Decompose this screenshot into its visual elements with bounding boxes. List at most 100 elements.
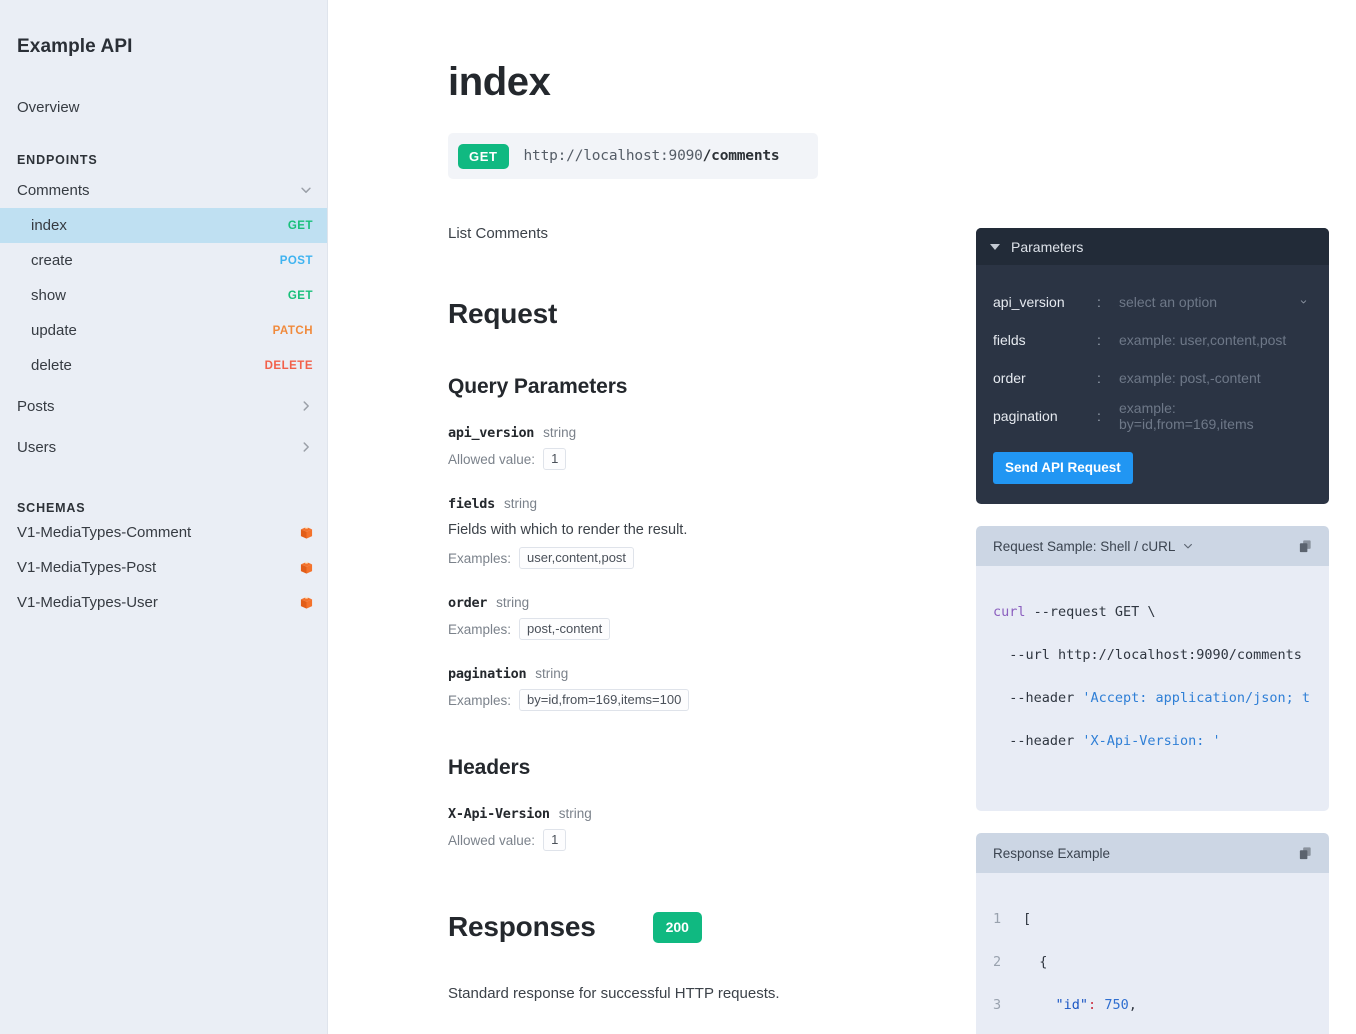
request-sample-code: curl --request GET \ --url http://localh… bbox=[976, 566, 1329, 811]
sidebar-group-label: Posts bbox=[17, 397, 55, 415]
sidebar-item-schema-user[interactable]: V1-MediaTypes-User bbox=[0, 585, 327, 620]
brand-title: Example API bbox=[17, 36, 133, 57]
param-chip-label: Allowed value: bbox=[448, 451, 536, 467]
sidebar-group-label: Users bbox=[17, 438, 57, 456]
package-box-icon bbox=[300, 561, 313, 574]
endpoint-method: GET bbox=[287, 219, 313, 232]
sidebar-item-label: Overview bbox=[17, 99, 80, 116]
endpoint-name: show bbox=[31, 287, 67, 304]
order-input[interactable]: example: post,-content bbox=[1119, 370, 1313, 386]
param-name: X-Api-Version bbox=[448, 806, 550, 822]
parameters-panel-body: api_version : select an option fields : … bbox=[976, 265, 1329, 504]
param-name: api_version bbox=[448, 425, 535, 441]
sidebar-group-posts[interactable]: Posts bbox=[0, 388, 327, 424]
fields-input[interactable]: example: user,content,post bbox=[1119, 332, 1313, 348]
copy-icon[interactable] bbox=[1298, 846, 1313, 861]
line-number: 2 bbox=[993, 953, 1002, 970]
param-name: order bbox=[448, 595, 488, 611]
code-line: 3 "id": 750, bbox=[976, 995, 1329, 1017]
url-path: /comments bbox=[702, 148, 780, 164]
param-header: order string bbox=[448, 595, 958, 611]
sidebar-group-users[interactable]: Users bbox=[0, 429, 327, 465]
api-version-select[interactable]: select an option bbox=[1119, 294, 1313, 310]
api-docs-page: Example API Overview ENDPOINTS Comments … bbox=[0, 0, 1356, 1034]
query-param: pagination string Examples: by=id,from=1… bbox=[448, 666, 958, 711]
param-name: pagination bbox=[448, 666, 527, 682]
parameter-key: order bbox=[993, 370, 1026, 386]
sidebar-item-show[interactable]: show GET bbox=[0, 278, 327, 313]
endpoint-name: index bbox=[31, 217, 67, 234]
request-sample-selector[interactable]: Request Sample: Shell / cURL bbox=[993, 539, 1194, 554]
query-param: fields string Fields with which to rende… bbox=[448, 496, 958, 569]
param-header: fields string bbox=[448, 496, 958, 512]
parameter-separator: : bbox=[1097, 370, 1101, 386]
responses-header-row: Responses 200 bbox=[448, 911, 958, 943]
sidebar: Example API Overview ENDPOINTS Comments … bbox=[0, 0, 328, 1034]
parameter-key: api_version bbox=[993, 294, 1065, 310]
endpoint-url-bar: GET http://localhost:9090/comments bbox=[448, 133, 818, 179]
param-header: X-Api-Version string bbox=[448, 806, 958, 822]
param-name: fields bbox=[448, 496, 495, 512]
parameter-key: pagination bbox=[993, 408, 1058, 424]
sidebar-item-update[interactable]: update PATCH bbox=[0, 313, 327, 348]
response-example-panel: Response Example 1[ 2 { 3 "id": 750, 4 "… bbox=[976, 833, 1329, 1034]
line-number: 3 bbox=[993, 996, 1002, 1013]
code-text: [ bbox=[1023, 910, 1032, 927]
param-type: string bbox=[496, 595, 530, 610]
endpoint-name: update bbox=[31, 322, 77, 339]
sidebar-item-index[interactable]: index GET bbox=[0, 208, 327, 243]
copy-icon[interactable] bbox=[1298, 539, 1313, 554]
query-parameters-heading: Query Parameters bbox=[448, 375, 628, 398]
request-sample-header: Request Sample: Shell / cURL bbox=[976, 526, 1329, 566]
sidebar-group-comments[interactable]: Comments bbox=[0, 172, 327, 208]
request-sample-panel: Request Sample: Shell / cURL curl --requ… bbox=[976, 526, 1329, 811]
query-param: api_version string Allowed value: 1 bbox=[448, 425, 958, 470]
sidebar-item-schema-comment[interactable]: V1-MediaTypes-Comment bbox=[0, 515, 327, 550]
parameter-separator: : bbox=[1097, 332, 1101, 348]
sidebar-item-create[interactable]: create POST bbox=[0, 243, 327, 278]
headers-heading: Headers bbox=[448, 756, 531, 779]
sidebar-item-delete[interactable]: delete DELETE bbox=[0, 348, 327, 383]
schema-name: V1-MediaTypes-User bbox=[17, 594, 158, 611]
package-box-icon bbox=[300, 596, 313, 609]
parameter-row-order: order : example: post,-content bbox=[993, 359, 1313, 397]
pagination-input[interactable]: example: by=id,from=169,items bbox=[1119, 400, 1313, 432]
right-panels: Parameters api_version : select an optio… bbox=[976, 228, 1329, 1034]
param-chip-label: Examples: bbox=[448, 550, 512, 566]
code-line: 2 { bbox=[976, 952, 1329, 974]
chevron-down-icon bbox=[1184, 543, 1193, 549]
method-badge: GET bbox=[458, 143, 509, 169]
url-base: http://localhost:9090 bbox=[523, 148, 703, 164]
endpoint-name: delete bbox=[31, 357, 72, 374]
sidebar-item-overview[interactable]: Overview bbox=[0, 99, 327, 117]
parameters-panel: Parameters api_version : select an optio… bbox=[976, 228, 1329, 504]
schema-name: V1-MediaTypes-Comment bbox=[17, 524, 192, 541]
parameter-separator: : bbox=[1097, 294, 1101, 310]
param-values: Examples: user,content,post bbox=[448, 547, 958, 569]
code-line-string: 'Accept: application/json; t bbox=[1082, 689, 1310, 706]
endpoint-method: DELETE bbox=[264, 359, 313, 372]
main-content: index GET http://localhost:9090/comments… bbox=[328, 0, 1356, 1034]
page-title: index bbox=[448, 60, 551, 104]
header-param: X-Api-Version string Allowed value: 1 bbox=[448, 806, 958, 851]
send-api-request-button[interactable]: Send API Request bbox=[993, 452, 1133, 484]
endpoint-description: List Comments bbox=[448, 225, 549, 242]
schema-name: V1-MediaTypes-Post bbox=[17, 559, 157, 576]
parameter-row-api-version: api_version : select an option bbox=[993, 283, 1313, 321]
param-type: string bbox=[535, 666, 569, 681]
parameters-panel-header[interactable]: Parameters bbox=[976, 228, 1329, 265]
code-line-prefix: --header bbox=[993, 689, 1083, 706]
param-description: Fields with which to render the result. bbox=[448, 522, 688, 538]
param-chip-label: Allowed value: bbox=[448, 832, 536, 848]
code-line-rest: --request GET \ bbox=[1025, 603, 1156, 620]
code-line: 1[ bbox=[976, 909, 1329, 931]
code-text: { bbox=[1023, 953, 1048, 970]
param-type: string bbox=[558, 806, 592, 821]
sidebar-item-schema-post[interactable]: V1-MediaTypes-Post bbox=[0, 550, 327, 585]
code-line: --url http://localhost:9090/comments bbox=[993, 646, 1302, 663]
param-chip: by=id,from=169,items=100 bbox=[519, 689, 690, 711]
param-chip-label: Examples: bbox=[448, 621, 512, 637]
endpoint-name: create bbox=[31, 252, 73, 269]
parameter-key: fields bbox=[993, 332, 1026, 348]
chevron-down-icon bbox=[1300, 300, 1307, 304]
